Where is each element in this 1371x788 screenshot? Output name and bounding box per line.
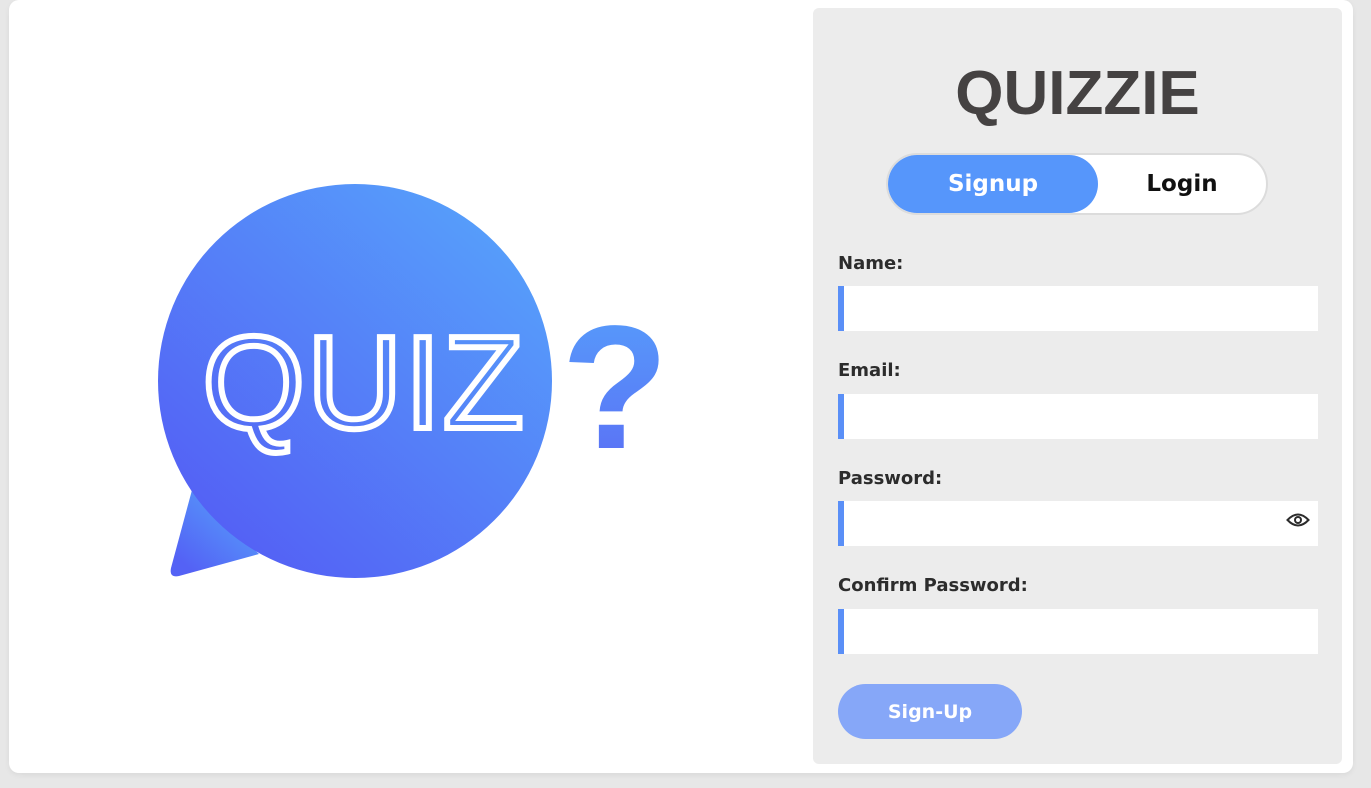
- password-label: Password:: [838, 468, 943, 489]
- quiz-logo: QUIZ ?: [9, 0, 809, 773]
- confirm-password-label: Confirm Password:: [838, 575, 1028, 596]
- auth-mode-toggle: Signup Login: [886, 153, 1268, 215]
- email-field[interactable]: [838, 394, 1318, 439]
- password-field[interactable]: [838, 501, 1318, 546]
- auth-card: QUIZ ? QUIZZIE Signup Login Name: Email:…: [9, 0, 1353, 773]
- quiz-logo-graphic: QUIZ ?: [158, 184, 669, 578]
- email-label: Email:: [838, 360, 901, 381]
- tab-login[interactable]: Login: [1098, 155, 1266, 213]
- tab-signup[interactable]: Signup: [888, 155, 1098, 213]
- page-title: QUIZZIE: [955, 59, 1200, 128]
- logo-bubble-text: QUIZ: [202, 309, 525, 456]
- question-mark-icon: ?: [561, 290, 669, 486]
- sign-up-button[interactable]: Sign-Up: [838, 684, 1022, 739]
- signup-panel: QUIZZIE Signup Login Name: Email: Passwo…: [813, 8, 1342, 764]
- name-label: Name:: [838, 253, 904, 274]
- name-field[interactable]: [838, 286, 1318, 331]
- confirm-password-field[interactable]: [838, 609, 1318, 654]
- eye-icon[interactable]: [1286, 511, 1310, 529]
